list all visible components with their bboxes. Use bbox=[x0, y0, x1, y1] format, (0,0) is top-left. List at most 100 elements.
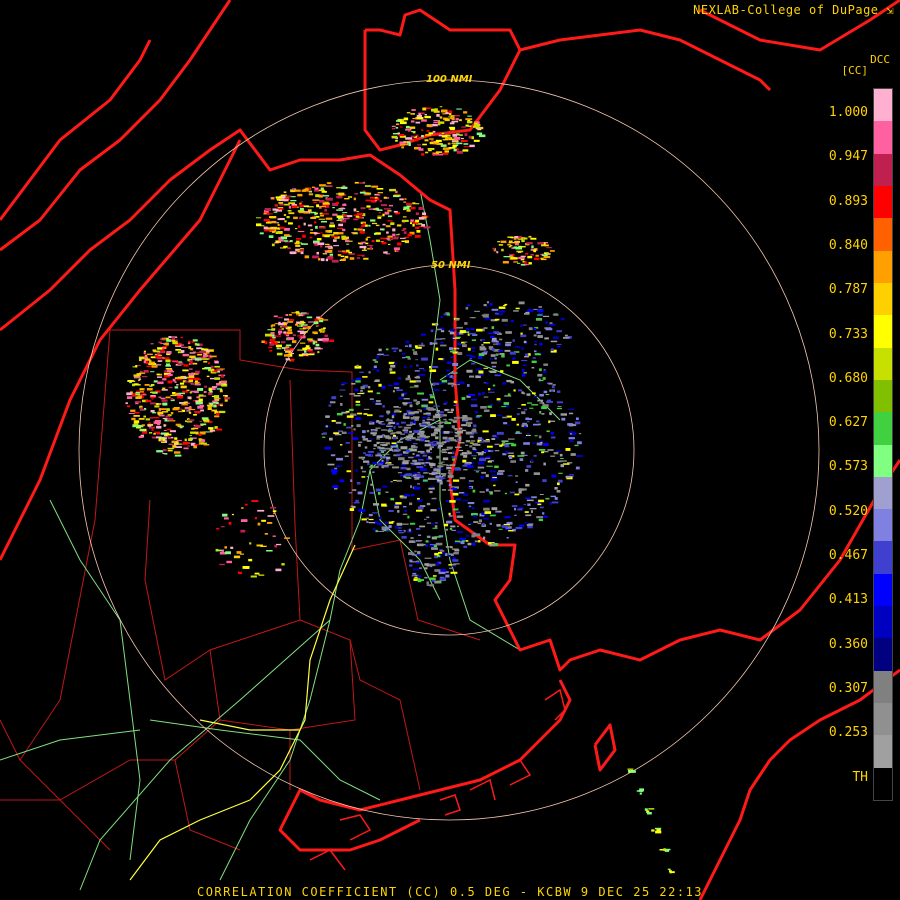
radar-echo-pixel bbox=[463, 454, 468, 458]
radar-echo-pixel bbox=[422, 107, 427, 111]
radar-echo-pixel bbox=[483, 367, 489, 369]
radar-echo-pixel bbox=[266, 213, 273, 215]
radar-echo-pixel bbox=[390, 365, 396, 368]
radar-echo-pixel bbox=[534, 435, 538, 437]
radar-echo-pixel bbox=[524, 313, 530, 315]
radar-echo-pixel bbox=[198, 433, 202, 436]
radar-echo-pixel bbox=[539, 494, 544, 495]
radar-echo-pixel bbox=[424, 576, 428, 579]
radar-echo-pixel bbox=[492, 384, 496, 387]
radar-echo-pixel bbox=[396, 453, 403, 456]
radar-echo-pixel bbox=[222, 513, 228, 517]
radar-echo-pixel bbox=[506, 364, 510, 367]
radar-echo-pixel bbox=[522, 364, 527, 367]
radar-echo-pixel bbox=[417, 551, 421, 555]
radar-echo-pixel bbox=[207, 362, 210, 365]
radar-echo-pixel bbox=[471, 362, 476, 365]
radar-echo-pixel bbox=[233, 555, 241, 559]
radar-echo-pixel bbox=[421, 333, 426, 336]
radar-echo-pixel bbox=[383, 196, 387, 199]
radar-echo-pixel bbox=[511, 443, 517, 447]
radar-echo-pixel bbox=[491, 507, 498, 511]
radar-echo-pixel bbox=[320, 258, 325, 262]
radar-echo-pixel bbox=[216, 428, 223, 431]
radar-echo-pixel bbox=[409, 522, 416, 525]
radar-echo-pixel bbox=[290, 200, 297, 202]
radar-echo-pixel bbox=[359, 182, 365, 184]
radar-echo-pixel bbox=[187, 396, 192, 399]
radar-echo-pixel bbox=[426, 502, 431, 506]
radar-echo-pixel bbox=[575, 466, 580, 470]
radar-echo-pixel bbox=[179, 344, 184, 346]
radar-echo-pixel bbox=[433, 120, 440, 122]
radar-echo-pixel bbox=[319, 331, 322, 333]
radar-echo-pixel bbox=[475, 411, 479, 414]
radar-echo-pixel bbox=[557, 346, 561, 348]
radar-echo-pixel bbox=[367, 451, 374, 453]
radar-echo-pixel bbox=[431, 523, 434, 525]
radar-echo-pixel bbox=[162, 387, 166, 390]
radar-echo-pixel bbox=[341, 382, 348, 384]
radar-echo-pixel bbox=[412, 202, 416, 204]
radar-echo-pixel bbox=[162, 357, 165, 359]
radar-echo-pixel bbox=[415, 346, 422, 349]
radar-echo-pixel bbox=[418, 148, 424, 151]
radar-echo-pixel bbox=[153, 433, 156, 435]
radar-echo-pixel bbox=[195, 370, 200, 374]
radar-echo-pixel bbox=[340, 186, 348, 189]
radar-echo-pixel bbox=[194, 444, 199, 446]
radar-echo-pixel bbox=[497, 241, 501, 243]
radar-echo-pixel bbox=[410, 120, 415, 123]
color-scale-segment bbox=[874, 476, 892, 510]
radar-echo-pixel bbox=[396, 522, 403, 526]
radar-echo-pixel bbox=[370, 464, 373, 468]
radar-echo-pixel bbox=[344, 455, 349, 457]
radar-echo-pixel bbox=[150, 343, 154, 345]
radar-echo-pixel bbox=[383, 527, 390, 529]
radar-echo-pixel bbox=[469, 358, 472, 360]
radar-echo-pixel bbox=[371, 430, 376, 432]
radar-echo-pixel bbox=[353, 228, 357, 231]
radar-echo-pixel bbox=[467, 424, 471, 427]
radar-echo-pixel bbox=[472, 448, 477, 450]
radar-echo-pixel bbox=[337, 254, 342, 257]
radar-echo-pixel bbox=[510, 237, 514, 239]
radar-echo-pixel bbox=[175, 361, 179, 363]
radar-echo-pixel bbox=[149, 385, 153, 387]
radar-echo-pixel bbox=[489, 358, 493, 360]
radar-echo-pixel bbox=[471, 432, 478, 434]
radar-echo-pixel bbox=[534, 248, 538, 250]
radar-echo-pixel bbox=[341, 258, 346, 261]
radar-echo-pixel bbox=[488, 388, 491, 391]
radar-echo-pixel bbox=[341, 431, 347, 434]
radar-echo-pixel bbox=[450, 371, 458, 374]
radar-echo-pixel bbox=[434, 525, 438, 528]
radar-echo-pixel bbox=[394, 505, 400, 509]
radar-echo-pixel bbox=[162, 345, 168, 348]
radar-echo-pixel bbox=[407, 234, 412, 237]
radar-echo-pixel bbox=[285, 346, 290, 349]
radar-echo-pixel bbox=[151, 398, 154, 400]
radar-echo-pixel bbox=[375, 465, 379, 469]
color-scale-tick-label: 0.253 bbox=[828, 725, 868, 741]
radar-echo-pixel bbox=[490, 414, 496, 417]
radar-echo-pixel bbox=[444, 408, 448, 412]
radar-echo-pixel bbox=[287, 210, 292, 212]
radar-echo-pixel bbox=[526, 386, 530, 388]
radar-echo-pixel bbox=[179, 382, 185, 385]
radar-echo-pixel bbox=[149, 432, 153, 434]
radar-echo-pixel bbox=[428, 132, 434, 135]
radar-echo-pixel bbox=[284, 318, 289, 321]
radar-echo-pixel bbox=[353, 218, 359, 221]
radar-echo-pixel bbox=[293, 216, 298, 220]
radar-echo-pixel bbox=[536, 442, 543, 446]
radar-echo-pixel bbox=[369, 491, 375, 494]
radar-echo-pixel bbox=[381, 503, 387, 507]
radar-echo-pixel bbox=[553, 452, 559, 455]
radar-echo-pixel bbox=[506, 537, 509, 539]
radar-echo-pixel bbox=[288, 314, 292, 316]
radar-echo-pixel bbox=[443, 431, 450, 434]
color-scale-segment bbox=[874, 767, 892, 801]
radar-echo-pixel bbox=[320, 244, 323, 248]
radar-echo-pixel bbox=[157, 411, 164, 415]
